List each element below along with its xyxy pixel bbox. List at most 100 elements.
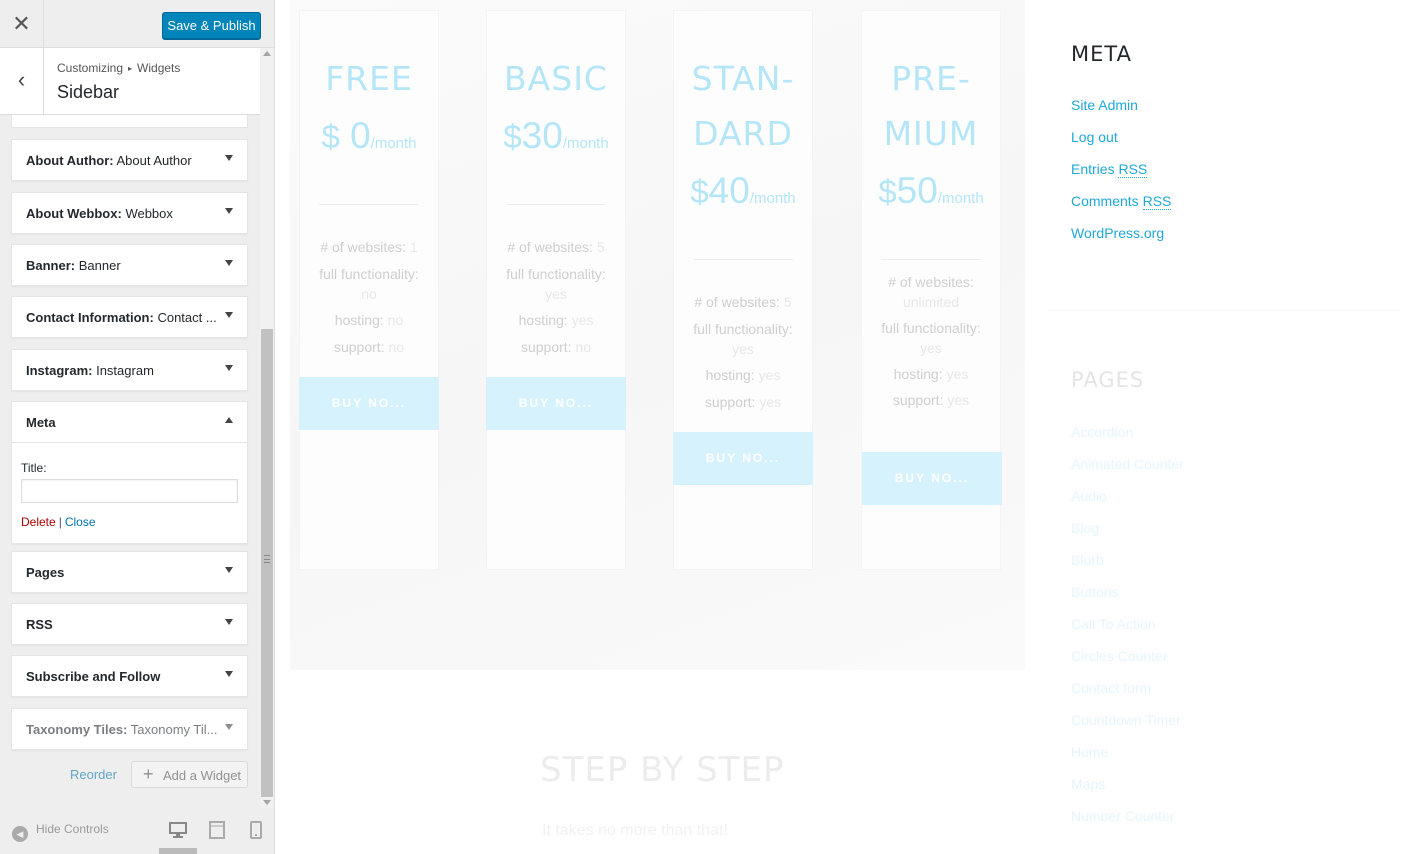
page-link[interactable]: Call To Action	[1071, 616, 1156, 632]
scroll-down-arrow-icon[interactable]	[263, 800, 271, 805]
rss-abbr: RSS	[1118, 161, 1148, 178]
feature-support: support: yes	[674, 392, 812, 412]
widget-meta[interactable]: Meta Title: Delete | Close	[11, 401, 248, 544]
page-link[interactable]: Animated Counter	[1071, 456, 1184, 472]
widget-header[interactable]: Pages	[12, 552, 247, 592]
widget-header[interactable]: Meta	[12, 402, 247, 442]
widget-form: Title: Delete | Close	[12, 442, 247, 543]
customizer-panel: ✕ Save & Publish ‹ Customizing ▸ Widgets S…	[0, 0, 275, 854]
site-admin-link[interactable]: Site Admin	[1071, 97, 1138, 113]
page-link[interactable]: Home	[1071, 744, 1108, 760]
chevron-down-icon[interactable]	[225, 671, 233, 677]
plan-features: # of websites: 1 full functionality: no …	[300, 237, 438, 357]
widget-header[interactable]: Instagram: Instagram	[12, 350, 247, 390]
price-currency: $	[690, 173, 709, 210]
feature-value: no	[361, 286, 377, 302]
widget-taxonomy-tiles[interactable]: Taxonomy Tiles: Taxonomy Til...	[11, 708, 248, 750]
chevron-down-icon[interactable]	[225, 260, 233, 266]
widget-banner[interactable]: Banner: Banner	[11, 244, 248, 286]
widget-header[interactable]: Contact Information: Contact ...	[12, 297, 247, 337]
page-link[interactable]: Accordion	[1071, 424, 1133, 440]
feature-label: full functionality:	[506, 266, 606, 282]
page-link[interactable]: Blurb	[1071, 552, 1104, 568]
save-publish-button[interactable]: Save & Publish	[162, 12, 261, 39]
page-link[interactable]: Blog	[1071, 520, 1099, 536]
page-link[interactable]: Contact form	[1071, 680, 1151, 696]
feature-websites-value: unlimited	[862, 292, 1000, 312]
widget-pages[interactable]: Pages	[11, 551, 248, 593]
desktop-icon[interactable]	[169, 821, 187, 839]
log-out-link[interactable]: Log out	[1071, 129, 1118, 145]
feature-support: support: no	[487, 337, 625, 357]
price-currency: $	[321, 118, 340, 155]
chevron-down-icon[interactable]	[225, 312, 233, 318]
feature-label: hosting:	[334, 312, 388, 328]
widget-about-webbox[interactable]: About Webbox: Webbox	[11, 192, 248, 234]
widget-name: Meta	[26, 415, 56, 430]
page-link[interactable]: Circles Counter	[1071, 648, 1167, 664]
chevron-down-icon[interactable]	[225, 567, 233, 573]
entries-rss-link[interactable]: Entries RSS	[1071, 161, 1148, 178]
widget-header[interactable]: About Author: About Author	[12, 140, 247, 180]
chevron-down-icon[interactable]	[225, 365, 233, 371]
feature-functionality-value: no	[300, 284, 438, 304]
hide-controls-button[interactable]: ◀ Hide Controls	[12, 822, 109, 842]
feature-value: no	[387, 312, 404, 328]
close-icon[interactable]: ✕	[0, 0, 44, 48]
widget-header[interactable]: Banner: Banner	[12, 245, 247, 285]
buy-now-button[interactable]: BUY NO...	[862, 452, 1002, 505]
chevron-down-icon[interactable]	[225, 724, 233, 730]
buy-now-button[interactable]: BUY NO...	[299, 377, 439, 430]
widget-header[interactable]: About Webbox: Webbox	[12, 193, 247, 233]
widget-header[interactable]: Subscribe and Follow	[12, 656, 247, 696]
divider	[693, 259, 793, 260]
buy-now-button[interactable]: BUY NO...	[673, 432, 813, 485]
tablet-icon[interactable]	[208, 821, 226, 839]
meta-widget-title: META	[1071, 42, 1132, 66]
page-link[interactable]: Audio	[1071, 488, 1107, 504]
add-widget-label: Add a Widget	[163, 768, 242, 783]
feature-label: # of websites:	[320, 239, 410, 255]
close-link[interactable]: Close	[65, 515, 96, 529]
widget-instagram[interactable]: Instagram: Instagram	[11, 349, 248, 391]
scroll-up-arrow-icon[interactable]	[263, 51, 271, 56]
widget-subscribe-follow[interactable]: Subscribe and Follow	[11, 655, 248, 697]
feature-support: support: yes	[862, 390, 1000, 410]
chevron-down-icon[interactable]	[225, 155, 233, 161]
section-title-bar: ‹ Customizing ▸ Widgets Sidebar	[0, 48, 260, 115]
widget-header[interactable]: RSS	[12, 604, 247, 644]
plan-name: BASIC	[504, 59, 608, 98]
widget-rss[interactable]: RSS	[11, 603, 248, 645]
rss-abbr: RSS	[1142, 193, 1172, 210]
chevron-down-icon[interactable]	[225, 208, 233, 214]
page-link[interactable]: Countdown Timer	[1071, 712, 1181, 728]
chevron-down-icon[interactable]	[225, 619, 233, 625]
feature-label: support:	[892, 392, 948, 408]
reorder-link[interactable]: Reorder	[70, 767, 117, 782]
feature-value: 5	[596, 239, 605, 255]
feature-websites: # of websites: 5	[674, 292, 812, 312]
add-widget-button[interactable]: + Add a Widget	[131, 761, 248, 788]
back-arrow-icon[interactable]: ‹	[0, 48, 44, 114]
widget-name: RSS	[26, 617, 53, 632]
scrollbar[interactable]	[260, 48, 274, 808]
page-link[interactable]: Buttons	[1071, 584, 1118, 600]
delete-link[interactable]: Delete	[21, 515, 56, 529]
widget-header[interactable]: Taxonomy Tiles: Taxonomy Til...	[12, 709, 247, 749]
mobile-icon[interactable]	[247, 821, 265, 839]
page-link[interactable]: Number Counter	[1071, 808, 1175, 824]
page-link[interactable]: Maps	[1071, 776, 1105, 792]
chevron-up-icon[interactable]	[225, 417, 233, 423]
feature-value: unlimited	[902, 294, 960, 310]
title-input[interactable]	[21, 479, 238, 503]
widget-about-author[interactable]: About Author: About Author	[11, 139, 248, 181]
link-text: Comments	[1071, 193, 1139, 209]
buy-now-button[interactable]: BUY NO...	[486, 377, 626, 430]
widget-contact-information[interactable]: Contact Information: Contact ...	[11, 296, 248, 338]
price-amount: 50	[896, 170, 938, 211]
wordpress-org-link[interactable]: WordPress.org	[1071, 225, 1164, 241]
scrollbar-thumb[interactable]	[261, 329, 273, 797]
widget-title: Banner: Banner	[26, 258, 121, 273]
pages-widget-title: PAGES	[1071, 368, 1145, 392]
comments-rss-link[interactable]: Comments RSS	[1071, 193, 1172, 210]
